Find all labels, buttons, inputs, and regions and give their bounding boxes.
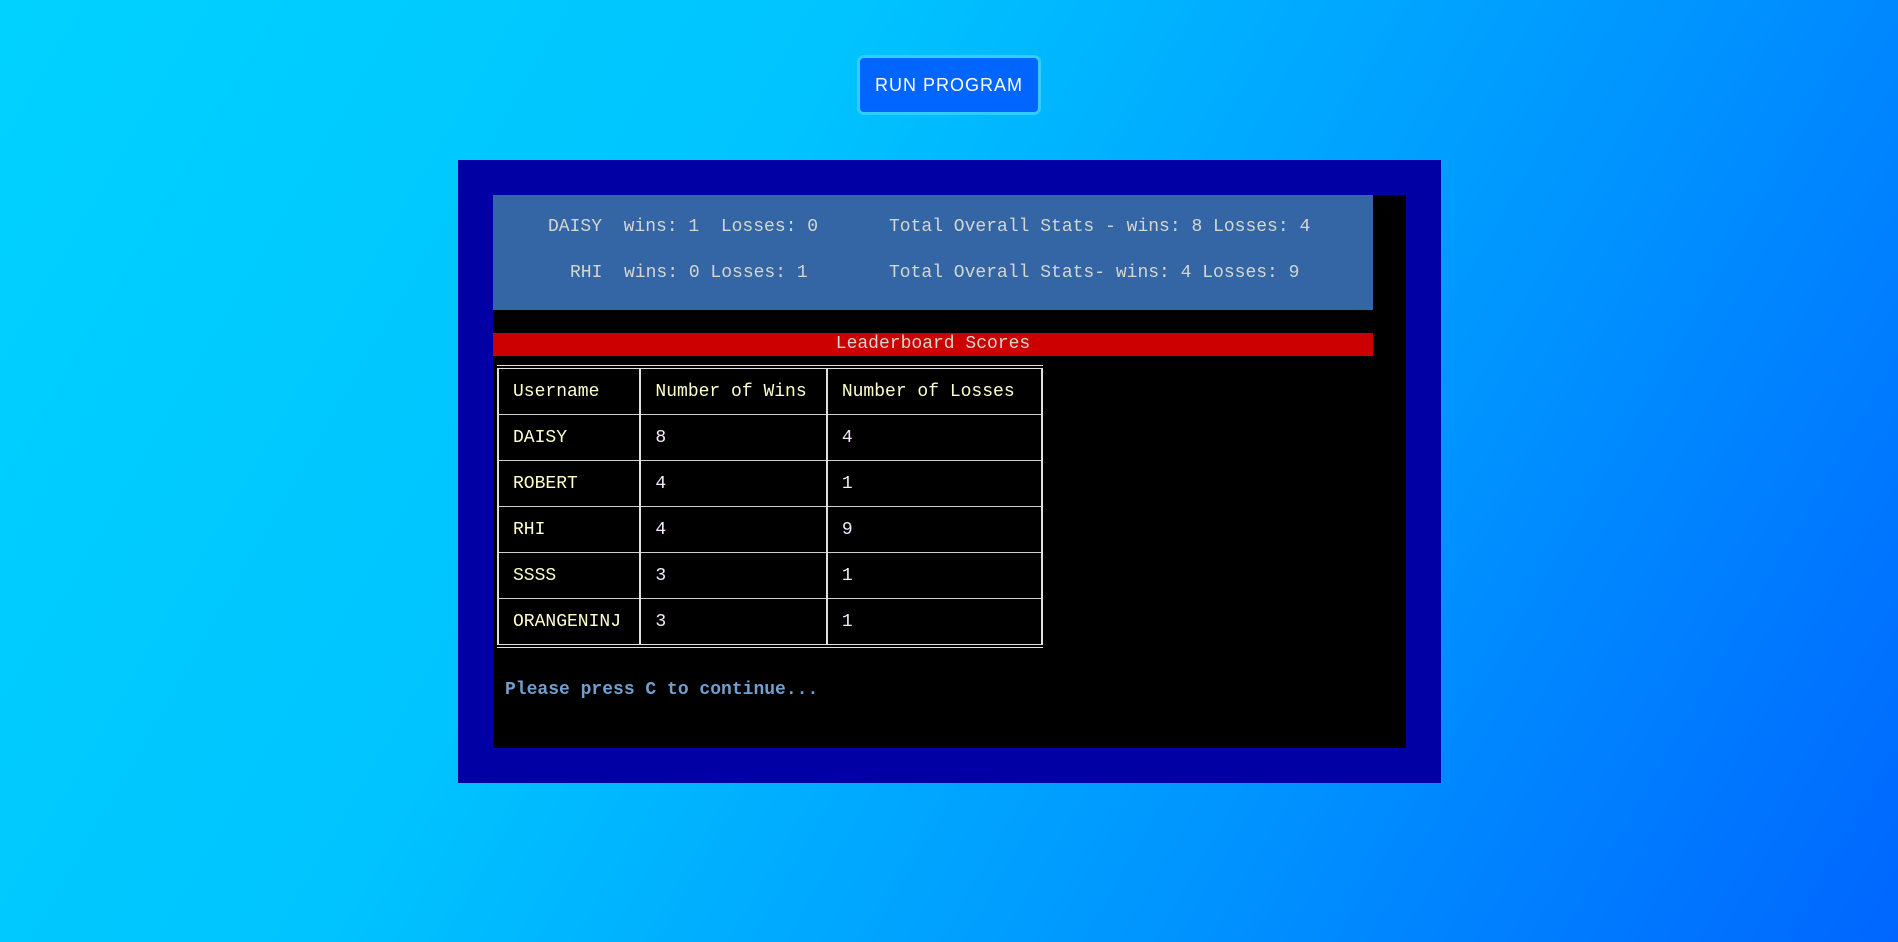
username-cell: ROBERT xyxy=(496,460,642,507)
wins-cell: 8 xyxy=(639,414,828,461)
column-header: Username xyxy=(496,367,642,415)
username-cell: DAISY xyxy=(496,414,642,461)
player1-session-stats: DAISY wins: 1 Losses: 0 xyxy=(548,217,819,237)
losses-cell: 1 xyxy=(825,460,1044,507)
table-row: SSSS 3 1 xyxy=(496,552,1044,599)
column-header: Number of Losses xyxy=(825,367,1044,415)
leaderboard-table: Username Number of Wins Number of Losses… xyxy=(496,365,1044,648)
table-row: DAISY 8 4 xyxy=(496,414,1044,461)
table-header-row: Username Number of Wins Number of Losses xyxy=(496,367,1044,415)
session-stats-panel: DAISY wins: 1 Losses: 0 Total Overall St… xyxy=(493,195,1373,310)
losses-cell: 9 xyxy=(825,506,1044,553)
wins-cell: 3 xyxy=(639,552,828,599)
leaderboard-title: Leaderboard Scores xyxy=(493,333,1373,356)
wins-cell: 4 xyxy=(639,506,828,553)
username-cell: RHI xyxy=(496,506,642,553)
column-header: Number of Wins xyxy=(639,367,828,415)
losses-cell: 1 xyxy=(825,552,1044,599)
table-row: ROBERT 4 1 xyxy=(496,460,1044,507)
terminal-frame: DAISY wins: 1 Losses: 0 Total Overall St… xyxy=(458,160,1441,783)
wins-cell: 3 xyxy=(639,598,828,646)
username-cell: ORANGENINJ xyxy=(496,598,642,646)
player2-session-stats: RHI wins: 0 Losses: 1 xyxy=(570,263,808,283)
run-program-button[interactable]: RUN PROGRAM xyxy=(857,55,1041,115)
losses-cell: 4 xyxy=(825,414,1044,461)
losses-cell: 1 xyxy=(825,598,1044,646)
wins-cell: 4 xyxy=(639,460,828,507)
player2-overall-stats: Total Overall Stats- wins: 4 Losses: 9 xyxy=(889,263,1300,283)
continue-prompt: Please press C to continue... xyxy=(505,680,819,700)
terminal-screen[interactable]: DAISY wins: 1 Losses: 0 Total Overall St… xyxy=(493,195,1406,748)
player1-overall-stats: Total Overall Stats - wins: 8 Losses: 4 xyxy=(889,217,1311,237)
username-cell: SSSS xyxy=(496,552,642,599)
table-row: RHI 4 9 xyxy=(496,506,1044,553)
table-row: ORANGENINJ 3 1 xyxy=(496,598,1044,646)
